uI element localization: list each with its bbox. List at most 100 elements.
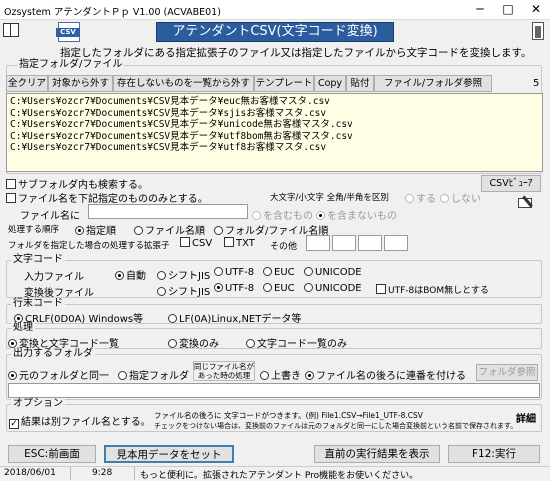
radio-circle[interactable] <box>263 267 272 276</box>
ext-other-input-4[interactable] <box>384 235 408 251</box>
paste-button[interactable]: 貼付 <box>346 75 374 92</box>
minimize-button[interactable]: ─ <box>466 0 494 20</box>
checkbox-box[interactable] <box>180 237 190 247</box>
radio-circle[interactable] <box>157 271 166 280</box>
specified-folder-radio[interactable]: 指定フォルダ <box>118 367 189 382</box>
checkbox-box[interactable]: ✓ <box>9 419 19 429</box>
checkbox-box[interactable] <box>6 193 16 203</box>
radio-circle[interactable] <box>214 283 223 292</box>
radio-circle[interactable] <box>118 371 127 380</box>
filename-filter-checkbox[interactable]: ファイル名を下記指定のもののみとする。 <box>6 190 208 205</box>
ext-txt-checkbox[interactable]: TXT <box>224 237 255 249</box>
radio-circle[interactable] <box>263 283 272 292</box>
radio-circle[interactable] <box>252 211 261 220</box>
file-list[interactable]: C:¥Users¥ozcr7¥Documents¥CSV見本データ¥euc無お客… <box>6 93 543 172</box>
filename-filter-input[interactable] <box>88 204 248 219</box>
ext-csv-checkbox[interactable]: CSV <box>180 237 212 249</box>
input-unicode-radio[interactable]: UNICODE <box>304 267 362 278</box>
radio-circle[interactable] <box>157 287 166 296</box>
remove-selected-button[interactable]: 対象から外す <box>48 75 113 92</box>
checkbox-box[interactable] <box>6 179 16 189</box>
radio-label: 自動 <box>126 271 146 282</box>
radio-circle[interactable] <box>214 267 223 276</box>
overwrite-radio[interactable]: 上書き <box>260 367 301 382</box>
set-sample-data-button[interactable]: 見本用データをセット <box>104 445 234 463</box>
file-list-item[interactable]: C:¥Users¥ozcr7¥Documents¥CSV見本データ¥euc無お客… <box>10 96 539 108</box>
radio-label: 指定順 <box>86 226 116 237</box>
radio-circle[interactable] <box>305 371 314 380</box>
radio-circle[interactable] <box>168 314 177 323</box>
esc-back-button[interactable]: ESC:前画面 <box>8 445 96 463</box>
template-button[interactable]: テンプレート <box>254 75 314 92</box>
convert-only-radio[interactable]: 変換のみ <box>168 335 219 350</box>
input-sjis-radio[interactable]: シフトJIS <box>157 267 210 282</box>
bom-none-checkbox[interactable]: UTF-8はBOM無しとする <box>376 283 489 296</box>
case-no-radio[interactable]: しない <box>440 190 481 205</box>
close-button[interactable]: ✕ <box>522 0 550 20</box>
radio-circle[interactable] <box>115 271 124 280</box>
maximize-button[interactable]: □ <box>494 0 522 20</box>
lf-radio[interactable]: LF(0A)Linux,NETデータ等 <box>168 310 301 325</box>
radio-label: CRLF(0D0A) Windows等 <box>25 314 144 325</box>
append-number-radio[interactable]: ファイル名の後ろに連番を付ける <box>305 367 466 382</box>
file-count: 5 <box>533 78 540 89</box>
checkbox-box[interactable] <box>376 284 386 294</box>
input-auto-radio[interactable]: 自動 <box>115 267 146 282</box>
ext-other-input-3[interactable] <box>358 235 382 251</box>
csv-viewer-button[interactable]: CSVﾋﾞｭｰｱ <box>481 175 541 192</box>
case-yes-radio[interactable]: する <box>405 190 436 205</box>
output-folder-path-input[interactable] <box>8 383 540 398</box>
radio-label: シフトJIS <box>168 271 211 282</box>
radio-label: UNICODE <box>315 283 362 294</box>
f12-run-button[interactable]: F12:実行 <box>448 445 540 463</box>
output-unicode-radio[interactable]: UNICODE <box>304 283 362 294</box>
file-list-item[interactable]: C:¥Users¥ozcr7¥Documents¥CSV見本データ¥utf8お客… <box>10 142 539 154</box>
radio-circle[interactable] <box>75 226 84 235</box>
clear-all-button[interactable]: 全クリア <box>6 75 48 92</box>
show-last-result-button[interactable]: 直前の実行結果を表示 <box>314 445 440 463</box>
radio-circle[interactable] <box>316 211 325 220</box>
radio-circle[interactable] <box>440 194 449 203</box>
ext-other-input-2[interactable] <box>332 235 356 251</box>
file-list-item[interactable]: C:¥Users¥ozcr7¥Documents¥CSV見本データ¥sjisお客… <box>10 108 539 120</box>
book-icon[interactable] <box>3 23 19 37</box>
file-list-item[interactable]: C:¥Users¥ozcr7¥Documents¥CSV見本データ¥utf8bo… <box>10 131 539 143</box>
include-radio[interactable]: を含むもの <box>252 207 313 222</box>
copy-button[interactable]: Copy <box>314 75 346 92</box>
input-file-label: 入力ファイル <box>24 272 84 283</box>
checkbox-box[interactable] <box>224 237 234 247</box>
newline-group-label: 行末コード <box>11 298 65 310</box>
radio-circle[interactable] <box>304 267 313 276</box>
browse-files-button[interactable]: ファイル/フォルダ参照 <box>374 75 492 92</box>
radio-circle[interactable] <box>8 371 17 380</box>
radio-circle[interactable] <box>8 339 17 348</box>
remove-missing-button[interactable]: 存在しないものを一覧から外す <box>113 75 254 92</box>
radio-circle[interactable] <box>246 339 255 348</box>
radio-circle[interactable] <box>304 283 313 292</box>
separate-file-checkbox[interactable]: ✓ 結果は別ファイル名とする。 <box>9 413 151 429</box>
output-euc-radio[interactable]: EUC <box>263 283 295 294</box>
order-specified-radio[interactable]: 指定順 <box>75 222 116 237</box>
search-subfolders-checkbox[interactable]: サブフォルダ内も検索する。 <box>6 176 148 191</box>
exclude-radio[interactable]: を含まないもの <box>316 207 397 222</box>
ext-other-input-1[interactable] <box>306 235 330 251</box>
input-utf8-radio[interactable]: UTF-8 <box>214 267 254 278</box>
radio-label: EUC <box>274 267 295 278</box>
exit-door-icon[interactable] <box>532 22 544 40</box>
radio-circle[interactable] <box>168 339 177 348</box>
output-sjis-radio[interactable]: シフトJIS <box>157 283 210 298</box>
same-folder-radio[interactable]: 元のフォルダと同一 <box>8 367 109 382</box>
output-utf8-radio[interactable]: UTF-8 <box>214 283 254 294</box>
file-list-item[interactable]: C:¥Users¥ozcr7¥Documents¥CSV見本データ¥unicod… <box>10 119 539 131</box>
order-filename-radio[interactable]: ファイル名順 <box>134 222 205 237</box>
list-only-radio[interactable]: 文字コード一覧のみ <box>246 335 347 350</box>
radio-label: を含まないもの <box>327 211 397 222</box>
input-euc-radio[interactable]: EUC <box>263 267 295 278</box>
radio-circle[interactable] <box>260 371 269 380</box>
edit-pen-icon[interactable] <box>516 193 538 211</box>
folder-browse-button[interactable]: フォルダ参照 <box>476 364 538 381</box>
detail-link[interactable]: 詳細 <box>516 410 536 425</box>
radio-circle[interactable] <box>134 226 143 235</box>
radio-circle[interactable] <box>214 226 223 235</box>
radio-circle[interactable] <box>405 194 414 203</box>
